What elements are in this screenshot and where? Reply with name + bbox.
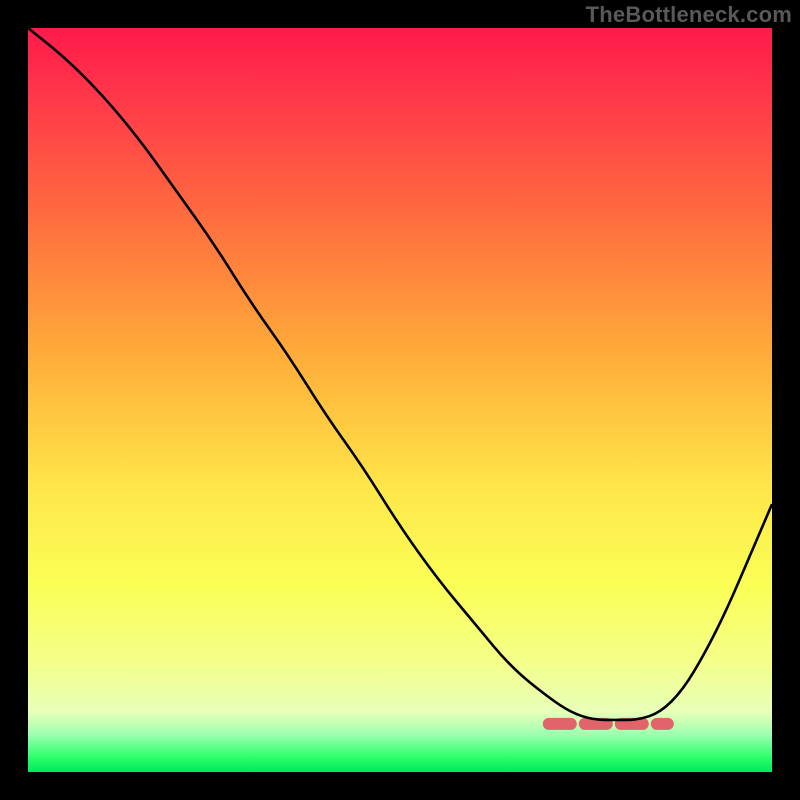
plot-area: [28, 28, 772, 772]
chart-frame: TheBottleneck.com: [0, 0, 800, 800]
watermark-text: TheBottleneck.com: [586, 2, 792, 28]
chart-svg: [28, 28, 772, 772]
bottleneck-curve-line: [28, 28, 772, 720]
